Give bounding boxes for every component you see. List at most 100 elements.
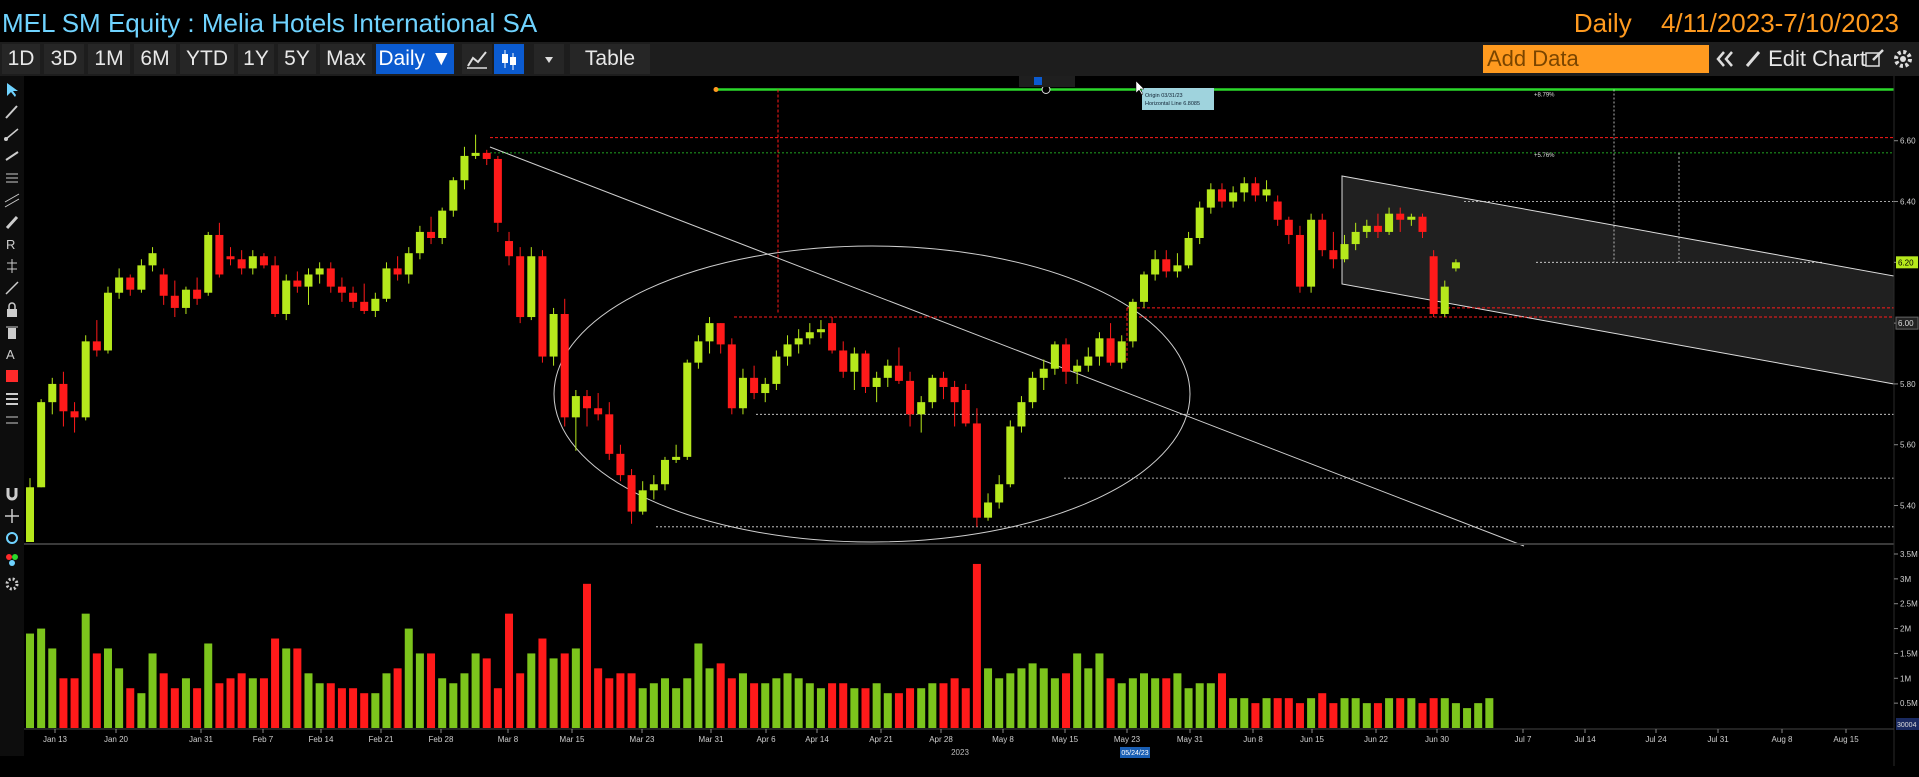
period-1m-button[interactable]: 1M xyxy=(88,44,130,74)
eraser-icon[interactable] xyxy=(4,280,20,296)
title-right: Daily 4/11/2023-7/10/2023 xyxy=(1552,8,1899,39)
volume-bar xyxy=(1318,693,1327,728)
candle-body xyxy=(950,386,959,403)
style-icon[interactable]: A xyxy=(4,346,20,362)
volume-bar xyxy=(850,688,859,728)
period-5y-button[interactable]: 5Y xyxy=(278,44,316,74)
candle-body xyxy=(1262,189,1271,196)
magnet-icon[interactable] xyxy=(4,486,20,502)
candle-body xyxy=(1429,256,1438,314)
volume-bar xyxy=(1173,673,1182,728)
x-tick-label: Apr 14 xyxy=(805,735,829,744)
volume-bar xyxy=(1039,668,1048,728)
edit-chart-button[interactable]: Edit Chart xyxy=(1744,45,1866,73)
x-tick-label: Feb 14 xyxy=(309,735,334,744)
frequency-dropdown[interactable]: Daily ▼ xyxy=(376,44,454,74)
move-icon[interactable] xyxy=(4,508,20,524)
candle-body xyxy=(1095,338,1104,357)
volume-bar xyxy=(995,678,1004,728)
candle-body xyxy=(1073,365,1082,372)
pointer-icon[interactable] xyxy=(4,82,20,98)
volume-bar xyxy=(460,673,469,728)
x-tick-label: Mar 8 xyxy=(498,735,519,744)
candle-body xyxy=(917,402,926,415)
trend-line-icon[interactable] xyxy=(4,126,20,142)
volume-bar xyxy=(337,688,346,728)
volume-bar xyxy=(1184,688,1193,728)
candle-body xyxy=(115,277,124,293)
color-icon[interactable] xyxy=(4,368,20,384)
volume-bar xyxy=(627,673,636,728)
measure-icon[interactable] xyxy=(4,258,20,274)
period-6m-button[interactable]: 6M xyxy=(134,44,176,74)
candlestick-icon[interactable] xyxy=(494,44,524,74)
line-chart-icon[interactable] xyxy=(462,44,492,74)
add-data-input[interactable]: Add Data xyxy=(1483,45,1709,73)
period-max-button[interactable]: Max xyxy=(320,44,372,74)
svg-text:R: R xyxy=(6,237,15,252)
align-icon[interactable] xyxy=(4,412,20,428)
volume-bar xyxy=(705,668,714,728)
volume-bar xyxy=(672,688,681,728)
period-1y-button[interactable]: 1Y xyxy=(238,44,274,74)
candle-body xyxy=(415,231,424,254)
pencil-icon[interactable] xyxy=(4,104,20,120)
period-1d-button[interactable]: 1D xyxy=(2,44,40,74)
brush-icon[interactable] xyxy=(4,214,20,230)
candle-body xyxy=(839,350,848,372)
volume-bar xyxy=(1329,703,1338,728)
volume-bar xyxy=(349,688,358,728)
candle-body xyxy=(293,280,302,287)
period-3d-button[interactable]: 3D xyxy=(44,44,84,74)
volume-bar xyxy=(1195,683,1204,728)
line-style-icon[interactable] xyxy=(4,390,20,406)
volume-bar xyxy=(126,688,135,728)
volume-tick-label: 3.5M xyxy=(1900,550,1918,559)
settings-icon[interactable] xyxy=(4,576,20,592)
candle-body xyxy=(1128,301,1137,342)
period-ytd-button[interactable]: YTD xyxy=(180,44,234,74)
lock-icon[interactable] xyxy=(4,302,20,318)
candle-body xyxy=(716,323,725,345)
refresh-icon[interactable] xyxy=(4,530,20,546)
candle-body xyxy=(560,314,569,418)
frequency-label: Daily xyxy=(1573,8,1632,38)
volume-bar xyxy=(1240,698,1249,728)
candle-body xyxy=(1329,250,1338,260)
volume-bar xyxy=(59,678,68,728)
ray-icon[interactable] xyxy=(4,148,20,164)
volume-bar xyxy=(404,628,413,728)
volume-bar xyxy=(37,628,46,728)
channel-icon[interactable] xyxy=(4,192,20,208)
volume-bar xyxy=(716,663,725,728)
candle-body xyxy=(1307,219,1316,287)
candle-body xyxy=(382,268,391,299)
candle-body xyxy=(883,365,892,378)
last-volume-label: 30004 xyxy=(1897,722,1917,729)
volume-bar xyxy=(26,633,34,728)
volume-bar xyxy=(1284,698,1293,728)
candle-body xyxy=(583,396,591,409)
fib-icon[interactable] xyxy=(4,170,20,186)
collapse-icon[interactable] xyxy=(1712,44,1738,74)
pencil-icon xyxy=(1745,51,1761,67)
candle-body xyxy=(282,280,291,314)
palette-icon[interactable] xyxy=(4,552,20,568)
candle-body xyxy=(1251,183,1260,196)
x-tick-label: Jan 31 xyxy=(189,735,214,744)
dropdown-icon[interactable] xyxy=(534,44,564,74)
candle-body xyxy=(181,289,190,308)
price-volume-chart[interactable]: +8.79% +5.76% 6.60 6.40 6.20 6.00 5.80 5.60 5.4… xyxy=(24,76,1919,766)
text-icon[interactable]: R xyxy=(4,236,20,252)
volume-bar xyxy=(816,688,825,728)
volume-bar xyxy=(115,668,124,728)
candle-body xyxy=(271,265,280,314)
gear-icon[interactable] xyxy=(1888,44,1918,74)
volume-bar xyxy=(972,563,981,728)
candle-body xyxy=(605,414,614,454)
volume-bar xyxy=(471,653,480,728)
volume-tick-label: 1M xyxy=(1900,674,1911,683)
table-button[interactable]: Table xyxy=(570,44,650,74)
trash-icon[interactable] xyxy=(4,324,20,340)
date-range[interactable]: 4/11/2023-7/10/2023 xyxy=(1661,8,1899,38)
